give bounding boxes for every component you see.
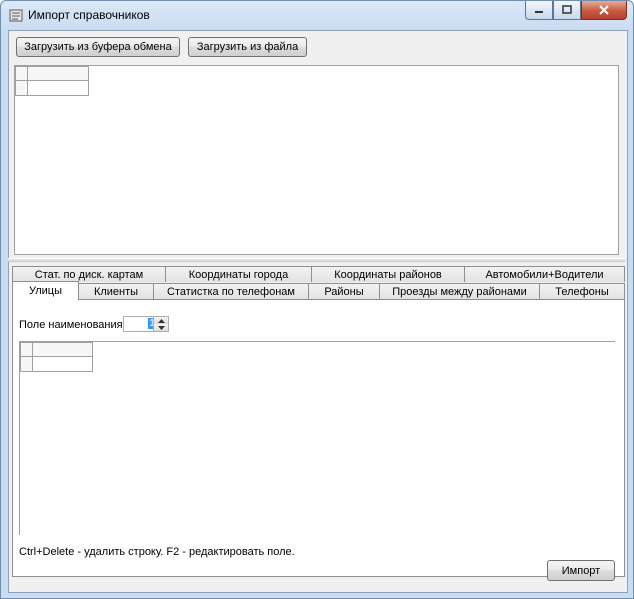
tab-clients[interactable]: Клиенты: [78, 283, 154, 299]
tab-phones[interactable]: Телефоны: [539, 283, 625, 299]
caption-buttons: [525, 1, 627, 21]
close-icon: [599, 5, 609, 15]
tab-city-coordinates[interactable]: Координаты города: [165, 266, 312, 282]
grid-column-header[interactable]: [32, 342, 93, 357]
minimize-button[interactable]: [525, 1, 553, 20]
hint-text: Ctrl+Delete - удалить строку. F2 - редак…: [19, 546, 295, 558]
horizontal-splitter[interactable]: [8, 258, 625, 262]
title-bar: Импорт справочников: [1, 1, 633, 29]
spinner-down-button[interactable]: [154, 324, 168, 331]
name-field-label: Поле наименования:: [19, 319, 126, 331]
name-field-spinner[interactable]: 1: [123, 316, 169, 332]
chevron-up-icon: [157, 318, 165, 323]
window-title: Импорт справочников: [28, 8, 150, 22]
tab-district-routes[interactable]: Проезды между районами: [379, 283, 540, 299]
grid-cell[interactable]: [27, 80, 89, 96]
grid-cell[interactable]: [32, 356, 93, 372]
tab-disc-card-stats[interactable]: Стат. по диск. картам: [12, 266, 166, 282]
grid-column-header[interactable]: [27, 66, 89, 81]
spinner-buttons: [153, 317, 168, 331]
tab-district-coordinates[interactable]: Координаты районов: [311, 266, 465, 282]
tab-districts[interactable]: Районы: [308, 283, 380, 299]
maximize-icon: [562, 5, 572, 14]
app-icon: [9, 9, 23, 22]
load-from-clipboard-button[interactable]: Загрузить из буфера обмена: [16, 37, 180, 57]
tab-streets[interactable]: Улицы: [12, 281, 79, 300]
source-data-grid[interactable]: [14, 65, 619, 255]
minimize-icon: [535, 11, 543, 13]
close-button[interactable]: [581, 1, 627, 20]
streets-data-grid[interactable]: [19, 341, 615, 535]
load-from-file-button[interactable]: Загрузить из файла: [188, 37, 307, 57]
tab-phone-statistics[interactable]: Статистка по телефонам: [153, 283, 309, 299]
import-button[interactable]: Импорт: [547, 560, 615, 581]
maximize-button[interactable]: [553, 1, 581, 20]
tab-cars-drivers[interactable]: Автомобили+Водители: [464, 266, 625, 282]
chevron-down-icon: [157, 325, 165, 330]
